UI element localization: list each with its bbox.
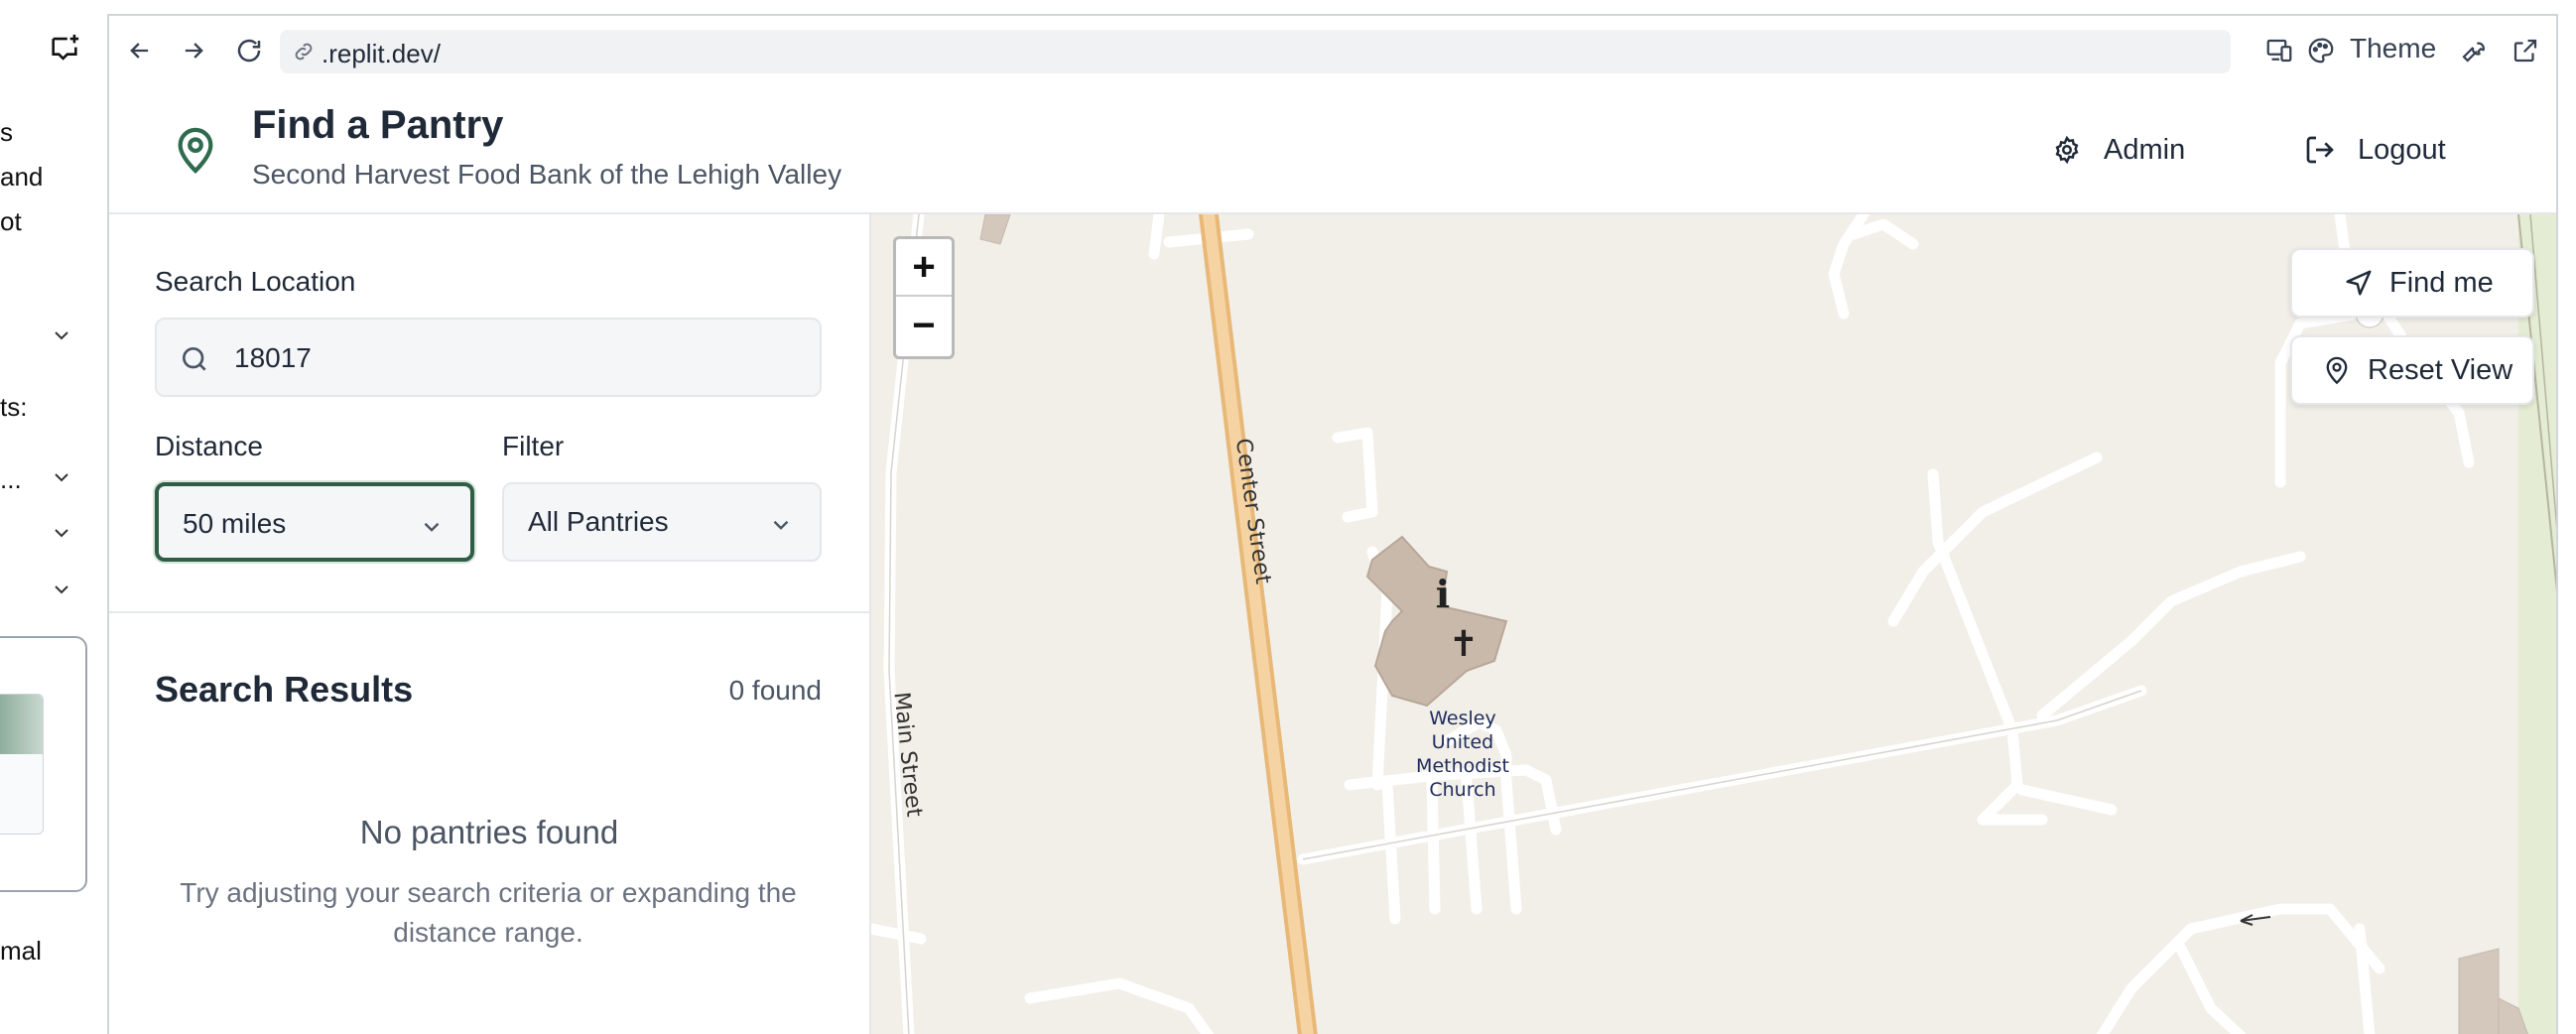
navigation-arrow-icon <box>2346 270 2372 296</box>
panel-text-fragment: and <box>0 162 44 192</box>
filter-label: Filter <box>502 431 565 461</box>
distance-label: Distance <box>155 431 263 461</box>
new-chat-icon[interactable] <box>48 32 81 65</box>
search-icon <box>183 347 206 371</box>
zoom-control: + − <box>893 236 955 359</box>
chevron-down-icon[interactable] <box>50 323 73 347</box>
devices-button[interactable] <box>2262 34 2296 67</box>
street-label-main: Main Street <box>888 691 926 819</box>
forward-button[interactable] <box>177 34 210 67</box>
pantry-app: Find a Pantry Second Harvest Food Bank o… <box>109 85 2556 1034</box>
map-view[interactable]: i ✝ Center Street Main Street Wesley Uni… <box>871 214 2556 1034</box>
thumbnail-image <box>0 694 44 835</box>
devtools-button[interactable] <box>2457 34 2491 67</box>
panel-text-fragment: ot <box>0 206 22 236</box>
poi-label-line: Wesley <box>1429 708 1495 729</box>
logout-label: Logout <box>2358 133 2446 166</box>
reset-view-label: Reset View <box>2368 353 2513 386</box>
street-label-center: Center Street <box>1230 437 1275 585</box>
app-header: Find a Pantry Second Harvest Food Bank o… <box>109 85 2556 214</box>
panel-text-fragment: mal <box>0 936 42 966</box>
reset-view-button[interactable]: Reset View <box>2290 335 2534 405</box>
logout-icon <box>2306 136 2334 164</box>
theme-label[interactable]: Theme <box>2350 33 2436 65</box>
reload-button[interactable] <box>232 34 266 67</box>
map-pin-icon <box>178 127 213 174</box>
distance-select[interactable]: 50 miles <box>155 482 474 562</box>
filter-select[interactable]: All Pantries <box>502 482 822 562</box>
chevron-down-icon <box>424 522 440 532</box>
poi-label-line: Church <box>1429 779 1495 801</box>
find-me-button[interactable]: Find me <box>2290 248 2534 318</box>
theme-button[interactable] <box>2304 34 2338 67</box>
chevron-down-icon[interactable] <box>50 521 73 545</box>
distance-value: 50 miles <box>183 508 287 539</box>
poi-label-church: Wesley United Methodist Church <box>1416 708 1509 801</box>
zoom-out-button[interactable]: − <box>896 297 952 354</box>
palette-icon <box>2308 38 2334 64</box>
open-new-tab-button[interactable] <box>2509 34 2542 67</box>
poi-label-line: United <box>1432 731 1493 753</box>
preview-thumbnail[interactable] <box>0 636 87 892</box>
back-button[interactable] <box>123 34 157 67</box>
find-me-label: Find me <box>2389 266 2494 299</box>
wrench-icon <box>2462 42 2485 63</box>
poi-label-line: Methodist <box>1416 755 1509 777</box>
map-pin-icon <box>2326 356 2348 385</box>
logout-button[interactable]: Logout <box>2304 125 2446 175</box>
search-location-field[interactable] <box>155 318 822 397</box>
filter-value: All Pantries <box>528 506 669 537</box>
address-bar[interactable]: .replit.dev/ <box>280 30 2231 73</box>
devices-icon <box>2266 39 2292 63</box>
browser-window: .replit.dev/ Theme Find a Pantry Second … <box>107 14 2558 1034</box>
empty-state-title: No pantries found <box>359 814 619 850</box>
panel-text-fragment: ts: <box>0 392 28 422</box>
browser-toolbar: .replit.dev/ Theme <box>109 16 2556 85</box>
admin-label: Admin <box>2104 133 2186 166</box>
page-title: Find a Pantry <box>252 103 504 147</box>
search-sidebar: Search Location Distance Filter 50 miles… <box>109 214 871 1034</box>
search-location-label: Search Location <box>155 266 356 297</box>
url-text: .replit.dev/ <box>322 39 441 68</box>
panel-text-fragment: s <box>0 117 13 147</box>
reload-icon <box>237 39 261 63</box>
zoom-in-button[interactable]: + <box>896 239 952 297</box>
admin-button[interactable]: Admin <box>2052 125 2185 175</box>
page-subtitle: Second Harvest Food Bank of the Lehigh V… <box>252 159 842 190</box>
arrow-left-icon <box>130 43 149 59</box>
arrow-right-icon <box>185 43 203 59</box>
chevron-down-icon[interactable] <box>50 578 73 601</box>
results-count: 0 found <box>728 675 822 706</box>
chat-side-panel: s and ot ts: ... mal <box>0 0 107 1034</box>
chevron-down-icon <box>773 520 789 530</box>
panel-text-fragment: ... <box>0 464 22 494</box>
gear-icon <box>2055 135 2079 165</box>
search-location-input[interactable] <box>234 333 790 383</box>
search-results-title: Search Results <box>155 669 414 710</box>
divider <box>109 611 869 613</box>
empty-state-message: Try adjusting your search criteria or ex… <box>180 877 797 948</box>
chevron-down-icon[interactable] <box>50 465 73 489</box>
external-link-icon <box>2513 39 2537 63</box>
link-icon <box>295 43 313 61</box>
